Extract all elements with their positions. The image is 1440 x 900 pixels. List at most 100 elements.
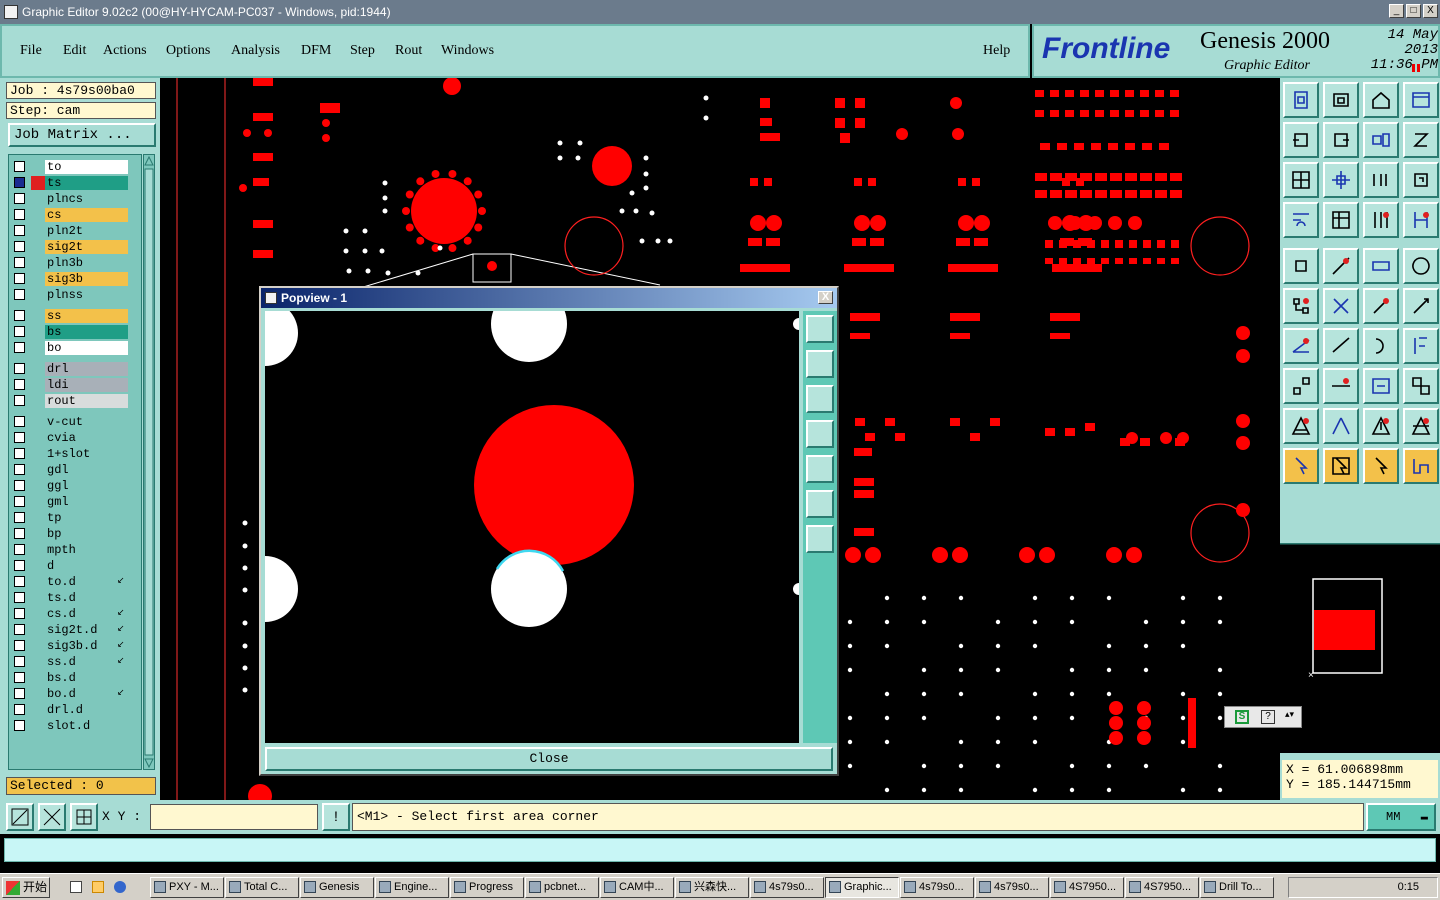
layer-name[interactable]: ts [45, 176, 128, 190]
layer-checkbox[interactable] [14, 464, 25, 475]
layer-row-sig2t[interactable]: sig2t [9, 239, 143, 255]
layer-name[interactable]: ts.d [45, 591, 128, 605]
route-icon[interactable] [1403, 448, 1439, 484]
cross-icon[interactable] [1323, 288, 1359, 324]
layer-name[interactable]: sig3b [45, 272, 128, 286]
layer-row-ss.d[interactable]: ss.d ↙ [9, 654, 143, 670]
layer-name[interactable]: ggl [45, 479, 128, 493]
layer-checkbox[interactable] [14, 544, 25, 555]
layer-checkbox[interactable] [14, 310, 25, 321]
move-pad-icon[interactable] [1283, 368, 1319, 404]
angle-icon[interactable] [1283, 328, 1319, 364]
exclamation-button[interactable]: ! [322, 803, 350, 831]
layer-checkbox[interactable] [14, 241, 25, 252]
layer-checkbox[interactable] [14, 704, 25, 715]
line-end-icon[interactable] [1363, 288, 1399, 324]
layer-checkbox[interactable] [14, 720, 25, 731]
layer-name[interactable]: pln3b [45, 256, 128, 270]
layer-row-pln3b[interactable]: pln3b [9, 255, 143, 271]
layer-row-cvia[interactable]: cvia [9, 430, 143, 446]
layer-name[interactable]: plncs [45, 192, 128, 206]
layer-name[interactable]: bo.d [45, 687, 128, 701]
maximize-button[interactable]: □ [1406, 4, 1421, 18]
triangle-up-icon[interactable] [1363, 408, 1399, 444]
layer-name[interactable]: tp [45, 511, 128, 525]
layer-row-to.d[interactable]: to.d ↙ [9, 574, 143, 590]
layer-row-d[interactable]: d [9, 558, 143, 574]
xy-input[interactable] [150, 804, 318, 830]
layer-name[interactable]: drl.d [45, 703, 128, 717]
triangle-icon[interactable] [1323, 408, 1359, 444]
triangle-snap-icon[interactable] [1403, 408, 1439, 444]
taskbar-item[interactable]: 4S7950... [1050, 877, 1124, 898]
layer-checkbox[interactable] [14, 608, 25, 619]
layer-checkbox[interactable] [14, 640, 25, 651]
open-step-icon[interactable] [1283, 82, 1319, 118]
layer-name[interactable]: rout [45, 394, 128, 408]
close-window-button[interactable]: X [1423, 4, 1438, 18]
layer-name[interactable]: to [45, 160, 128, 174]
layer-name[interactable]: mpth [45, 543, 128, 557]
layer-name[interactable]: cvia [45, 431, 128, 445]
ruler-icon[interactable] [1363, 248, 1399, 284]
taskbar-item[interactable]: 4s79s0... [750, 877, 824, 898]
layer-checkbox[interactable] [14, 177, 25, 188]
fit-icon[interactable] [1283, 162, 1319, 198]
layer-row-cs.d[interactable]: cs.d ↙ [9, 606, 143, 622]
layer-row-to[interactable]: to [9, 159, 143, 175]
layer-toggle-icon[interactable] [1403, 202, 1439, 238]
layer-checkbox[interactable] [14, 416, 25, 427]
layer-name[interactable]: gdl [45, 463, 128, 477]
layer-row-v-cut[interactable]: v-cut [9, 414, 143, 430]
layer-name[interactable]: ldi [45, 378, 128, 392]
menu-analysis[interactable]: Analysis [231, 43, 280, 59]
triangle-edit-icon[interactable] [1283, 408, 1319, 444]
layer-name[interactable]: bs [45, 325, 128, 339]
layer-checkbox[interactable] [14, 496, 25, 507]
help-icon[interactable]: ? [1261, 710, 1275, 724]
layer-name[interactable]: plnss [45, 288, 128, 302]
layer-checkbox[interactable] [14, 688, 25, 699]
layer-checkbox[interactable] [14, 161, 25, 172]
layer-name[interactable]: bo [45, 341, 128, 355]
layer-checkbox[interactable] [14, 448, 25, 459]
layer-row-pln2t[interactable]: pln2t [9, 223, 143, 239]
taskbar-item[interactable]: Engine... [375, 877, 449, 898]
layer-checkbox[interactable] [14, 624, 25, 635]
layer-checkbox[interactable] [14, 363, 25, 374]
layer-row-bp[interactable]: bp [9, 526, 143, 542]
line-dot-icon[interactable] [1403, 288, 1439, 324]
layer-checkbox[interactable] [14, 576, 25, 587]
help-query-icon[interactable] [1403, 162, 1439, 198]
layer-row-sig3b.d[interactable]: sig3b.d ↙ [9, 638, 143, 654]
layer-row-mpth[interactable]: mpth [9, 542, 143, 558]
layer-checkbox[interactable] [14, 528, 25, 539]
layer-row-slot.d[interactable]: slot.d [9, 718, 143, 734]
grid-view-icon[interactable] [1323, 202, 1359, 238]
layer-checkbox[interactable] [14, 342, 25, 353]
layer-row-bs[interactable]: bs [9, 324, 143, 340]
measure-icon[interactable] [38, 803, 66, 831]
layer-row-ss[interactable]: ss [9, 308, 143, 324]
menu-rout[interactable]: Rout [395, 43, 422, 59]
taskbar-item[interactable]: 兴森快... [675, 877, 749, 898]
swap-icon[interactable] [1363, 122, 1399, 158]
select-box-icon[interactable] [1323, 448, 1359, 484]
layer-name[interactable]: gml [45, 495, 128, 509]
layer-checkbox[interactable] [14, 209, 25, 220]
layer-row-tp[interactable]: tp [9, 510, 143, 526]
save-icon[interactable] [1323, 82, 1359, 118]
copy-icon[interactable] [1403, 122, 1439, 158]
popview-pan-left-icon[interactable] [806, 420, 834, 448]
dimension-icon[interactable] [1363, 368, 1399, 404]
layer-name[interactable]: drl [45, 362, 128, 376]
pad-icon[interactable] [1283, 248, 1319, 284]
command-line[interactable] [4, 838, 1436, 862]
layer-checkbox[interactable] [14, 193, 25, 204]
layer-checkbox[interactable] [14, 480, 25, 491]
layer-row-bs.d[interactable]: bs.d [9, 670, 143, 686]
desktop-icon[interactable] [70, 881, 82, 893]
arc-icon[interactable] [1363, 328, 1399, 364]
layer-name[interactable]: 1+slot [45, 447, 128, 461]
layer-name[interactable]: sig2t [45, 240, 128, 254]
